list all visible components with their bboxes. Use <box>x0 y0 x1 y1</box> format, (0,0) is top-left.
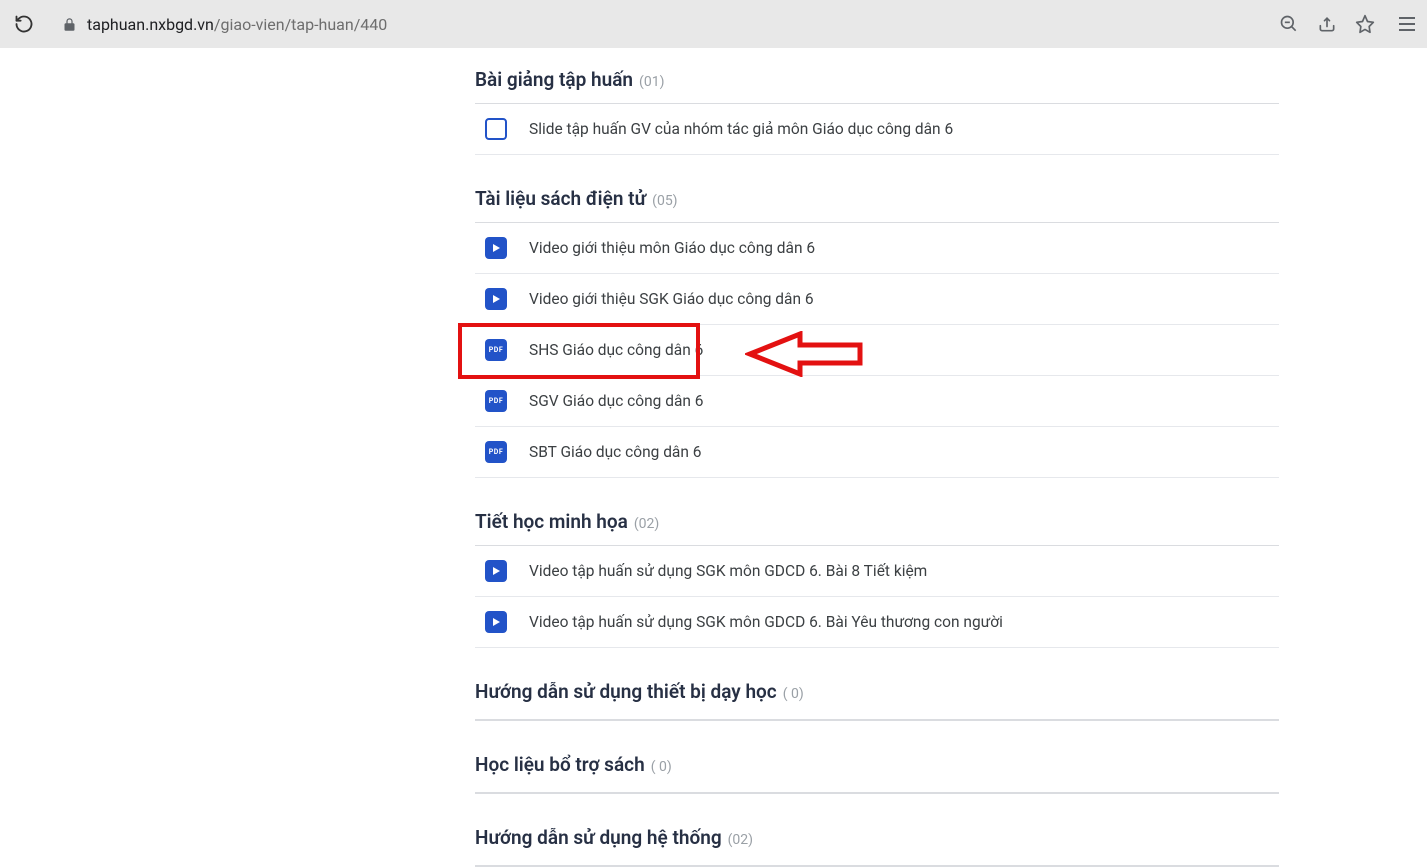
menu-icon[interactable] <box>1399 17 1415 31</box>
section: Bài giảng tập huấn (01) Slide tập huấn GV … <box>475 68 1279 155</box>
section-title-text: Hướng dẫn sử dụng hệ thống <box>475 826 722 849</box>
item-label: Slide tập huấn GV của nhóm tác giả môn G… <box>529 120 953 138</box>
section: Tài liệu sách điện tử (05) Video giới thiệ… <box>475 187 1279 478</box>
share-icon[interactable] <box>1317 14 1337 34</box>
section-title: Học liệu bổ trợ sách ( 0) <box>475 753 1279 793</box>
section-title: Tài liệu sách điện tử (05) <box>475 187 1279 222</box>
pdf-icon: PDF <box>485 390 507 412</box>
section-count: ( 0) <box>651 759 672 775</box>
item-label: SGV Giáo dục công dân 6 <box>529 392 704 410</box>
video-icon <box>485 611 507 633</box>
list-item[interactable]: Video giới thiệu môn Giáo dục công dân 6 <box>475 223 1279 274</box>
address-bar[interactable]: taphuan.nxbgd.vn/giao-vien/tap-huan/440 <box>48 7 1267 41</box>
section-title: Hướng dẫn sử dụng hệ thống (02) <box>475 826 1279 866</box>
page-content: Bài giảng tập huấn (01) Slide tập huấn GV … <box>0 48 1427 867</box>
section-title-text: Bài giảng tập huấn <box>475 68 633 91</box>
section-title: Bài giảng tập huấn (01) <box>475 68 1279 103</box>
section-title: Hướng dẫn sử dụng thiết bị dạy học ( 0) <box>475 680 1279 720</box>
section-title-text: Tiết học minh họa <box>475 510 628 533</box>
video-icon <box>485 288 507 310</box>
section-count: (05) <box>652 193 677 209</box>
divider <box>475 793 1279 794</box>
reload-button[interactable] <box>12 12 36 36</box>
item-label: Video tập huấn sử dụng SGK môn GDCD 6. B… <box>529 613 1003 631</box>
item-label: Video giới thiệu SGK Giáo dục công dân 6 <box>529 290 814 308</box>
video-icon <box>485 560 507 582</box>
item-label: SHS Giáo dục công dân 6 <box>529 341 703 359</box>
list-item[interactable]: Video giới thiệu SGK Giáo dục công dân 6 <box>475 274 1279 325</box>
section-count: (01) <box>639 74 664 90</box>
arrow-annotation <box>745 331 865 381</box>
lock-icon <box>62 17 77 32</box>
section: Hướng dẫn sử dụng thiết bị dạy học ( 0) <box>475 680 1279 721</box>
list-item[interactable]: PDF SBT Giáo dục công dân 6 <box>475 427 1279 478</box>
section: Hướng dẫn sử dụng hệ thống (02) <box>475 826 1279 867</box>
section: Tiết học minh họa (02) Video tập huấn sử d… <box>475 510 1279 648</box>
browser-toolbar: taphuan.nxbgd.vn/giao-vien/tap-huan/440 <box>0 0 1427 48</box>
item-label: Video giới thiệu môn Giáo dục công dân 6 <box>529 239 815 257</box>
video-icon <box>485 237 507 259</box>
zoom-out-icon[interactable] <box>1279 14 1299 34</box>
section-title-text: Hướng dẫn sử dụng thiết bị dạy học <box>475 680 777 703</box>
list-item[interactable]: Video tập huấn sử dụng SGK môn GDCD 6. B… <box>475 597 1279 648</box>
star-icon[interactable] <box>1355 14 1375 34</box>
browser-actions <box>1279 14 1415 34</box>
section-title: Tiết học minh họa (02) <box>475 510 1279 545</box>
section: Học liệu bổ trợ sách ( 0) <box>475 753 1279 794</box>
pdf-icon: PDF <box>485 339 507 361</box>
section-title-text: Tài liệu sách điện tử <box>475 187 646 210</box>
section-title-text: Học liệu bổ trợ sách <box>475 753 645 776</box>
list-item[interactable]: PDF SHS Giáo dục công dân 6 <box>475 325 1279 376</box>
slide-icon <box>485 118 507 140</box>
item-label: SBT Giáo dục công dân 6 <box>529 443 701 461</box>
pdf-icon: PDF <box>485 441 507 463</box>
item-label: Video tập huấn sử dụng SGK môn GDCD 6. B… <box>529 562 927 580</box>
section-count: ( 0) <box>783 686 804 702</box>
list-item[interactable]: Video tập huấn sử dụng SGK môn GDCD 6. B… <box>475 546 1279 597</box>
section-count: (02) <box>634 516 659 532</box>
list-item[interactable]: Slide tập huấn GV của nhóm tác giả môn G… <box>475 104 1279 155</box>
list-item[interactable]: PDF SGV Giáo dục công dân 6 <box>475 376 1279 427</box>
divider <box>475 720 1279 721</box>
url-text: taphuan.nxbgd.vn/giao-vien/tap-huan/440 <box>87 15 387 34</box>
section-count: (02) <box>728 832 753 848</box>
